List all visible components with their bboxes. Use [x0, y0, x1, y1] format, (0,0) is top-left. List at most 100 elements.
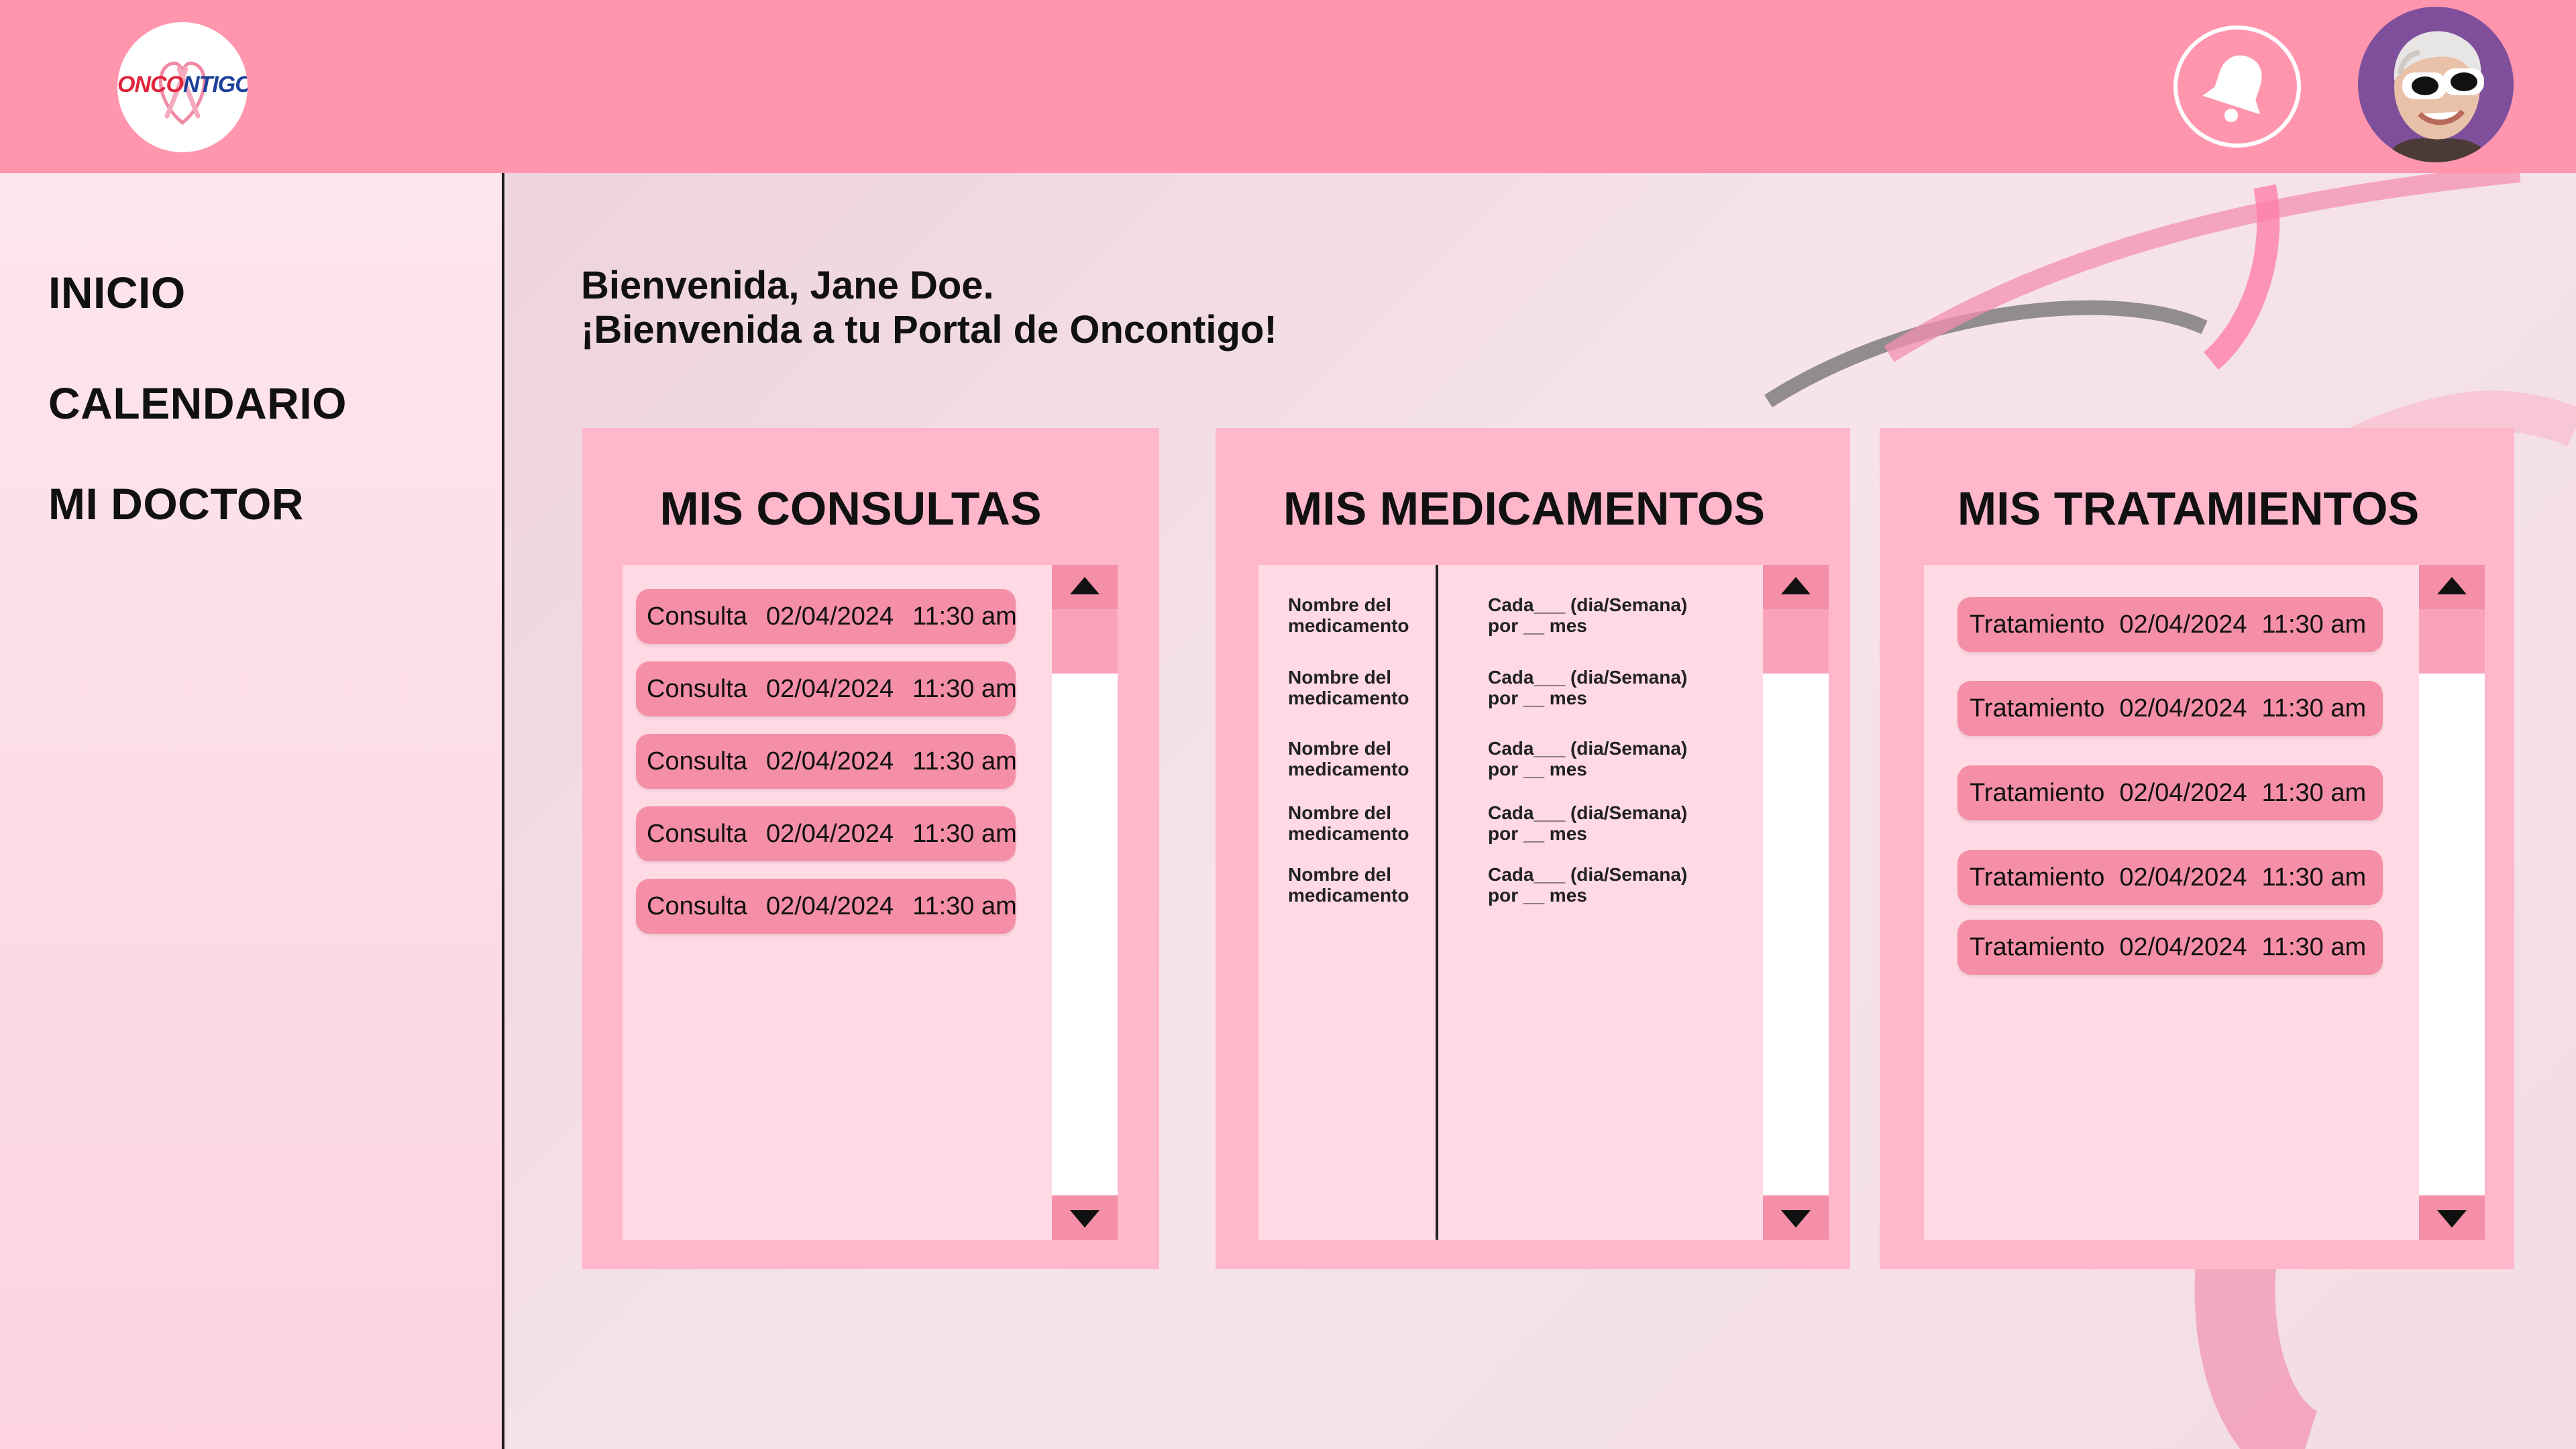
consulta-time: 11:30 am — [912, 602, 1017, 631]
scroll-thumb[interactable] — [2419, 609, 2485, 674]
sidebar-item-inicio[interactable]: INICIO — [48, 267, 186, 318]
medicamento-name: Nombre del medicamento — [1288, 738, 1409, 780]
user-photo — [2385, 31, 2492, 162]
tratamiento-time: 11:30 am — [2261, 694, 2367, 722]
medicamento-name-line1: Nombre del — [1288, 864, 1392, 885]
tratamiento-item[interactable]: Tratamiento 02/04/2024 11:30 am — [1957, 920, 2383, 975]
consulta-date: 02/04/2024 — [765, 602, 894, 631]
tratamiento-date: 02/04/2024 — [2119, 694, 2247, 722]
medicamento-name-line1: Nombre del — [1288, 738, 1392, 759]
scroll-up-button[interactable] — [1763, 565, 1829, 609]
tratamiento-date: 02/04/2024 — [2119, 863, 2247, 892]
medicamento-frequency: Cada___ (dia/Semana) por __ mes — [1488, 667, 1687, 708]
scroll-up-button[interactable] — [2419, 565, 2485, 609]
medicamento-frequency-line2: por __ mes — [1488, 823, 1587, 844]
tratamiento-date: 02/04/2024 — [2119, 610, 2247, 639]
consulta-time: 11:30 am — [912, 820, 1017, 848]
medicamento-name-line2: medicamento — [1288, 823, 1409, 844]
tratamiento-type: Tratamiento — [1970, 779, 2105, 807]
sidebar: INICIO CALENDARIO MI DOCTOR — [0, 173, 504, 1449]
medicamento-name: Nombre del medicamento — [1288, 802, 1409, 844]
tratamiento-item[interactable]: Tratamiento 02/04/2024 11:30 am — [1957, 681, 2383, 736]
medicamento-name-line2: medicamento — [1288, 885, 1409, 906]
sidebar-item-calendario[interactable]: CALENDARIO — [48, 378, 347, 429]
medicamento-name: Nombre del medicamento — [1288, 667, 1409, 708]
tratamiento-date: 02/04/2024 — [2119, 779, 2247, 807]
medicamento-frequency-line2: por __ mes — [1488, 759, 1587, 780]
tratamiento-type: Tratamiento — [1970, 933, 2105, 961]
consulta-time: 11:30 am — [912, 892, 1017, 920]
welcome-portal: ¡Bienvenida a tu Portal de Oncontigo! — [581, 308, 1277, 352]
notifications-button[interactable] — [2174, 25, 2301, 148]
tratamiento-time: 11:30 am — [2261, 863, 2367, 892]
consulta-item[interactable]: Consulta 02/04/2024 11:30 am — [636, 661, 1017, 716]
consulta-item[interactable]: Consulta 02/04/2024 11:30 am — [636, 879, 1017, 934]
main-content: Bienvenida, Jane Doe. ¡Bienvenida a tu P… — [507, 173, 2576, 1449]
tratamientos-scrollbar[interactable] — [2419, 565, 2485, 1240]
tratamiento-item[interactable]: Tratamiento 02/04/2024 11:30 am — [1957, 765, 2383, 820]
medicamento-frequency: Cada___ (dia/Semana) por __ mes — [1488, 738, 1687, 780]
consulta-type: Consulta — [647, 747, 747, 775]
medicamento-name: Nombre del medicamento — [1288, 594, 1409, 636]
medicamentos-column-divider — [1436, 565, 1438, 1240]
tratamiento-item[interactable]: Tratamiento 02/04/2024 11:30 am — [1957, 850, 2383, 905]
medicamento-name-line1: Nombre del — [1288, 667, 1392, 688]
consultas-scrollbar[interactable] — [1052, 565, 1118, 1240]
tratamiento-type: Tratamiento — [1970, 863, 2105, 892]
medicamento-name-line2: medicamento — [1288, 615, 1409, 636]
medicamento-frequency-line2: por __ mes — [1488, 688, 1587, 708]
scroll-thumb[interactable] — [1052, 609, 1118, 674]
tratamiento-item[interactable]: Tratamiento 02/04/2024 11:30 am — [1957, 597, 2383, 652]
sidebar-item-mi-doctor[interactable]: MI DOCTOR — [48, 478, 304, 529]
medicamentos-scrollbar[interactable] — [1763, 565, 1829, 1240]
consulta-type: Consulta — [647, 602, 747, 631]
scroll-up-button[interactable] — [1052, 565, 1118, 609]
medicamento-frequency: Cada___ (dia/Semana) por __ mes — [1488, 594, 1687, 636]
logo-wordmark: ONCONTIGO — [117, 72, 248, 97]
tratamientos-title: MIS TRATAMIENTOS — [1957, 482, 2420, 535]
oncontigo-logo[interactable]: ONCONTIGO — [117, 22, 248, 152]
consulta-item[interactable]: Consulta 02/04/2024 11:30 am — [636, 589, 1017, 644]
tratamiento-type: Tratamiento — [1970, 694, 2105, 722]
medicamento-frequency-line1: Cada___ (dia/Semana) — [1488, 738, 1688, 759]
consulta-type: Consulta — [647, 892, 747, 920]
tratamiento-date: 02/04/2024 — [2119, 933, 2247, 961]
medicamento-name-line2: medicamento — [1288, 759, 1409, 780]
consulta-item[interactable]: Consulta 02/04/2024 11:30 am — [636, 806, 1017, 861]
tratamiento-time: 11:30 am — [2261, 610, 2367, 639]
consulta-item[interactable]: Consulta 02/04/2024 11:30 am — [636, 734, 1017, 789]
consulta-type: Consulta — [647, 675, 747, 703]
medicamento-name-line1: Nombre del — [1288, 594, 1392, 615]
consulta-time: 11:30 am — [912, 747, 1017, 775]
medicamento-frequency-line2: por __ mes — [1488, 885, 1587, 906]
medicamento-name: Nombre del medicamento — [1288, 864, 1409, 906]
consulta-date: 02/04/2024 — [765, 892, 894, 920]
user-avatar[interactable] — [2358, 7, 2514, 162]
scroll-down-button[interactable] — [2419, 1195, 2485, 1240]
medicamento-frequency-line2: por __ mes — [1488, 615, 1587, 636]
welcome-greeting: Bienvenida, Jane Doe. — [581, 264, 994, 307]
tratamiento-time: 11:30 am — [2261, 933, 2367, 961]
medicamentos-card: MIS MEDICAMENTOS Nombre del medicamento Ca… — [1216, 428, 1850, 1269]
medicamento-frequency: Cada___ (dia/Semana) por __ mes — [1488, 864, 1687, 906]
consulta-date: 02/04/2024 — [765, 675, 894, 703]
consulta-type: Consulta — [647, 820, 747, 848]
scroll-thumb[interactable] — [1763, 609, 1829, 674]
medicamento-frequency: Cada___ (dia/Semana) por __ mes — [1488, 802, 1687, 844]
medicamento-frequency-line1: Cada___ (dia/Semana) — [1488, 802, 1688, 823]
medicamento-name-line2: medicamento — [1288, 688, 1409, 708]
tratamiento-time: 11:30 am — [2261, 779, 2367, 807]
scroll-down-button[interactable] — [1763, 1195, 1829, 1240]
tratamientos-card: MIS TRATAMIENTOS Tratamiento 02/04/2024 11… — [1880, 428, 2514, 1269]
consulta-date: 02/04/2024 — [765, 820, 894, 848]
welcome-message: Bienvenida, Jane Doe. ¡Bienvenida a tu P… — [581, 264, 1277, 352]
consulta-time: 11:30 am — [912, 675, 1017, 703]
tratamiento-type: Tratamiento — [1970, 610, 2105, 639]
top-bar: ONCONTIGO — [0, 0, 2576, 173]
medicamento-frequency-line1: Cada___ (dia/Semana) — [1488, 667, 1688, 688]
medicamento-frequency-line1: Cada___ (dia/Semana) — [1488, 594, 1688, 615]
medicamento-frequency-line1: Cada___ (dia/Semana) — [1488, 864, 1688, 885]
medicamentos-title: MIS MEDICAMENTOS — [1283, 482, 1766, 535]
consultas-title: MIS CONSULTAS — [659, 482, 1042, 535]
scroll-down-button[interactable] — [1052, 1195, 1118, 1240]
